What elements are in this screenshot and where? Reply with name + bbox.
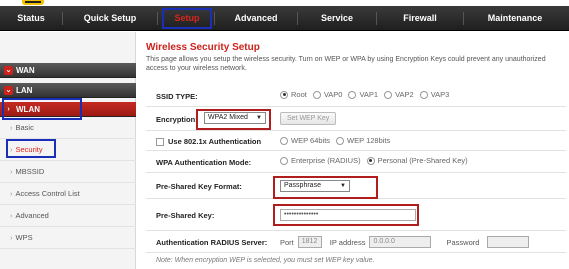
radio-icon [348, 90, 357, 99]
sidebar-item-label: MBSSID [15, 167, 45, 176]
password-label: Password [446, 237, 480, 247]
chevron-right-icon: › [10, 167, 13, 176]
wep-note: Note: When encryption WEP is selected, y… [156, 257, 375, 264]
auth-8021x-row: Use 802.1x Authentication WEP 64bits WEP… [146, 131, 566, 151]
chevron-down-icon: ⌄ [4, 86, 13, 95]
chevron-right-icon: › [10, 189, 13, 198]
option-label: WEP 128bits [347, 136, 391, 145]
psk-label: Pre-Shared Key: [156, 211, 215, 220]
radius-fields: Port 1812 IP address 0.0.0.0 Password [280, 236, 530, 248]
radius-row: Authentication RADIUS Server: Port 1812 … [146, 231, 566, 253]
set-wep-key-button[interactable]: Set WEP Key [280, 112, 337, 125]
wep-bits-options: WEP 64bits WEP 128bits [280, 136, 396, 145]
checkbox-label: Use 802.1x Authentication [168, 137, 262, 146]
psk-format-label: Pre-Shared Key Format: [156, 182, 242, 191]
nav-firewall[interactable]: Firewall [377, 6, 463, 31]
option-label: Personal (Pre-Shared Key) [377, 156, 468, 165]
sidebar-item-basic[interactable]: › Basic [0, 117, 136, 139]
ssid-option-root[interactable]: Root [280, 90, 307, 99]
sidebar-item-label: Advanced [15, 211, 49, 220]
radio-icon [280, 90, 288, 99]
radio-icon [366, 156, 375, 165]
sidebar-section-lan[interactable]: ⌄ LAN [0, 83, 136, 98]
ssid-option-vap1[interactable]: VAP1 [348, 90, 378, 99]
radius-password-input[interactable] [487, 236, 530, 248]
sidebar-section-label: WAN [16, 66, 35, 75]
option-label: VAP3 [430, 90, 450, 99]
option-label: VAP0 [323, 90, 343, 99]
chevron-down-icon: ⌄ [4, 66, 13, 75]
highlight-security [6, 139, 56, 158]
sidebar-item-label: Access Control List [15, 189, 80, 198]
ssid-type-row: SSID TYPE: Root VAP0 VAP1 VAP2 VAP3 [146, 85, 566, 107]
sidebar-item-wps[interactable]: › WPS [0, 227, 136, 249]
wep-128bits-option[interactable]: WEP 128bits [336, 136, 390, 145]
chevron-right-icon: › [10, 233, 13, 242]
option-label: Root [291, 90, 307, 99]
radius-ip-input[interactable]: 0.0.0.0 [369, 236, 432, 248]
highlight-wlan [2, 98, 82, 120]
encryption-label: Encryption: [156, 115, 198, 124]
option-label: VAP1 [359, 90, 379, 99]
chevron-right-icon: › [10, 123, 13, 132]
sidebar-item-access-control-list[interactable]: › Access Control List [0, 183, 136, 205]
ssid-option-vap0[interactable]: VAP0 [312, 90, 343, 99]
highlight-psk [273, 204, 419, 226]
wpa-auth-mode-label: WPA Authentication Mode: [156, 158, 252, 167]
wpa-auth-mode-row: WPA Authentication Mode: Enterprise (RAD… [146, 151, 566, 173]
radius-label: Authentication RADIUS Server: [156, 238, 268, 247]
nav-maintenance[interactable]: Maintenance [464, 6, 566, 31]
ssid-option-vap2[interactable]: VAP2 [384, 90, 414, 99]
auth-personal-option[interactable]: Personal (Pre-Shared Key) [366, 156, 468, 165]
option-label: VAP2 [395, 90, 414, 99]
radio-icon [336, 136, 345, 145]
highlight-setup-tab [162, 8, 212, 29]
checkbox-icon[interactable] [156, 138, 164, 147]
page-description: This page allows you setup the wireless … [146, 56, 546, 72]
brand-logo [22, 0, 44, 5]
wpa-auth-mode-options: Enterprise (RADIUS) Personal (Pre-Shared… [280, 156, 474, 165]
top-nav: Status Quick Setup Setup Advanced Servic… [0, 6, 569, 31]
highlight-encryption [196, 109, 271, 130]
wep-64bits-option[interactable]: WEP 64bits [280, 136, 330, 145]
use-8021x-label[interactable]: Use 802.1x Authentication [156, 137, 262, 147]
radio-icon [280, 156, 288, 165]
highlight-psk-format [273, 176, 378, 199]
ip-address-label: IP address [329, 237, 366, 247]
nav-service[interactable]: Service [298, 6, 376, 31]
sidebar-section-label: LAN [16, 86, 33, 95]
radius-port-input[interactable]: 1812 [297, 236, 322, 248]
ssid-type-label: SSID TYPE: [156, 92, 198, 101]
sidebar-section-wan[interactable]: ⌄ WAN [0, 63, 136, 78]
nav-quick-setup[interactable]: Quick Setup [63, 6, 157, 31]
sidebar-item-advanced[interactable]: › Advanced [0, 205, 136, 227]
option-label: Enterprise (RADIUS) [291, 156, 361, 165]
set-wep-field: Set WEP Key [280, 112, 337, 125]
nav-advanced[interactable]: Advanced [215, 6, 297, 31]
ssid-option-vap3[interactable]: VAP3 [419, 90, 450, 99]
radio-icon [312, 90, 321, 99]
port-label: Port [280, 237, 294, 247]
nav-status[interactable]: Status [0, 6, 62, 31]
sidebar-item-mbssid[interactable]: › MBSSID [0, 161, 136, 183]
auth-enterprise-option[interactable]: Enterprise (RADIUS) [280, 156, 361, 165]
sidebar-item-label: WPS [15, 233, 33, 242]
chevron-right-icon: › [10, 211, 13, 220]
radio-icon [280, 136, 288, 145]
ssid-type-options: Root VAP0 VAP1 VAP2 VAP3 [280, 90, 455, 99]
page-title: Wireless Security Setup [146, 42, 260, 53]
option-label: WEP 64bits [291, 136, 331, 145]
radio-icon [384, 90, 393, 99]
radio-icon [419, 90, 428, 99]
sidebar-item-label: Basic [15, 123, 34, 132]
nav-separator [157, 12, 158, 25]
